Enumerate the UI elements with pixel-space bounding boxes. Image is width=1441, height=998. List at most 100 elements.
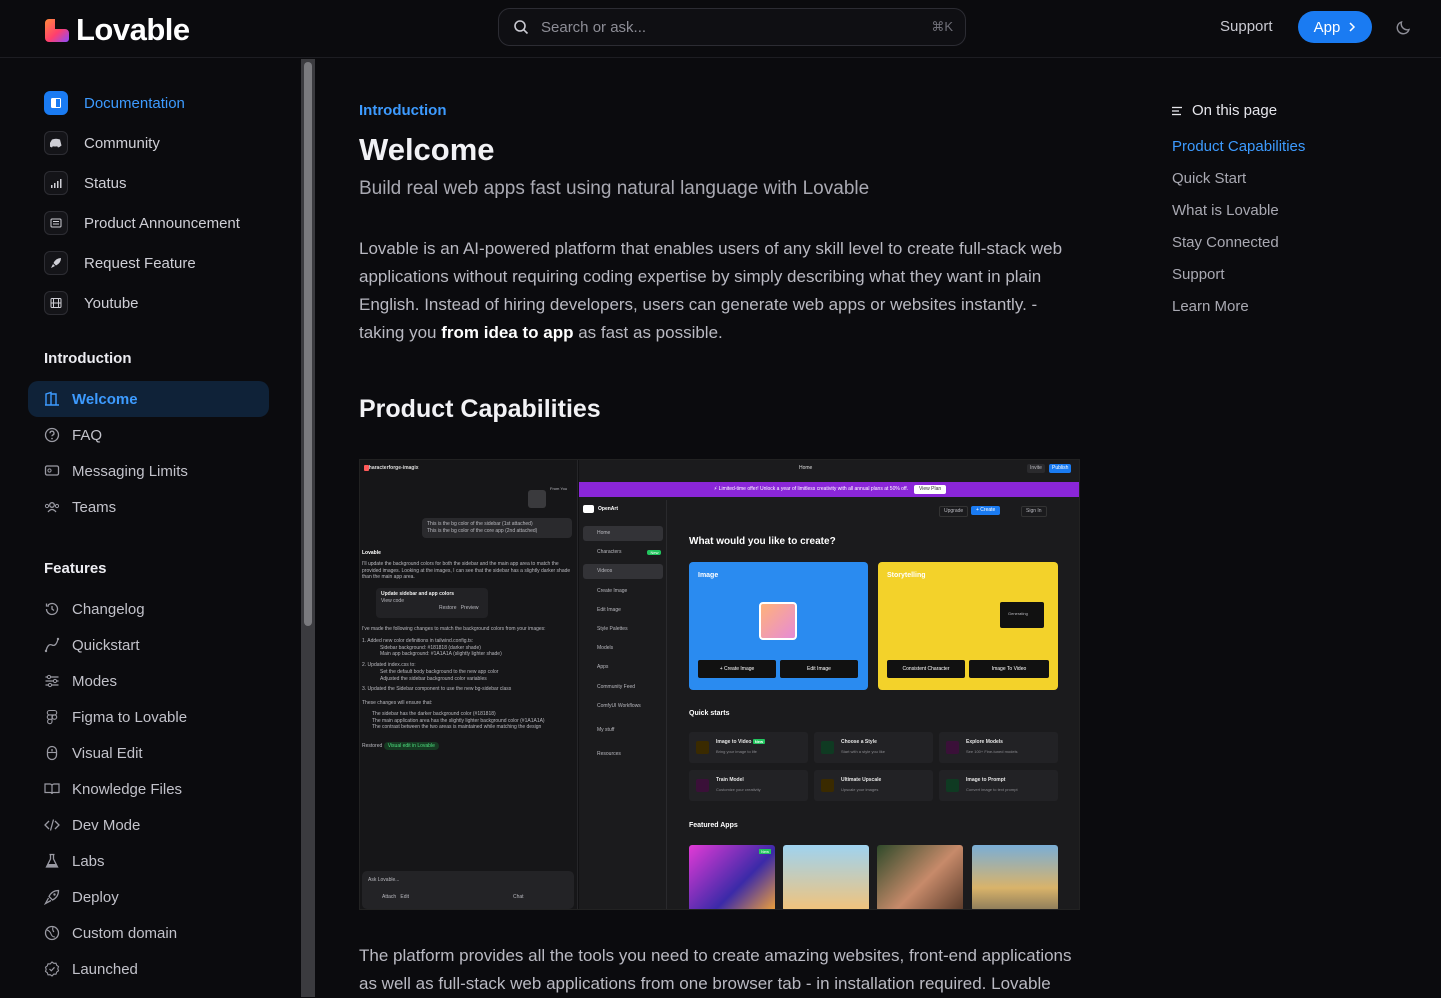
sidebar-item-welcome[interactable]: Welcome bbox=[28, 381, 269, 417]
attach-button[interactable]: Attach bbox=[382, 894, 396, 900]
image-to-video-button[interactable]: Image To Video bbox=[969, 660, 1049, 678]
sidebar-item-faq[interactable]: FAQ bbox=[28, 417, 269, 453]
toc-item-learn-more[interactable]: Learn More bbox=[1172, 298, 1249, 315]
quick-start-item[interactable]: Image to Video New Bring your image to li… bbox=[689, 732, 808, 763]
quick-start-item[interactable]: Image to Prompt Convert image to text pro… bbox=[939, 770, 1058, 801]
upgrade-button[interactable]: Upgrade bbox=[939, 506, 969, 517]
featured-app-card[interactable]: New bbox=[689, 845, 775, 909]
sidebar-item-teams[interactable]: Teams bbox=[28, 489, 269, 525]
new-badge: New bbox=[758, 849, 771, 855]
create-button[interactable]: + Create bbox=[971, 506, 1001, 515]
edit-button[interactable]: Edit bbox=[400, 894, 409, 900]
app-button[interactable]: App bbox=[1298, 11, 1372, 43]
openart-nav-apps[interactable]: Apps bbox=[583, 660, 663, 675]
chat-button[interactable]: Chat bbox=[513, 894, 524, 900]
featured-app-card[interactable] bbox=[877, 845, 963, 909]
restore-button[interactable]: Restore bbox=[439, 605, 457, 611]
spline-icon bbox=[44, 637, 60, 653]
view-plan-button[interactable]: View Plan bbox=[914, 485, 947, 494]
rocket-icon bbox=[44, 251, 68, 275]
page-subtitle: Build real web apps fast using natural l… bbox=[359, 178, 870, 199]
sidebar-item-figma-to-lovable[interactable]: Figma to Lovable bbox=[28, 699, 269, 735]
ensure-intro: These changes will ensure that: bbox=[362, 700, 433, 706]
door-icon bbox=[45, 391, 59, 406]
openart-nav-models[interactable]: Models bbox=[583, 641, 663, 656]
storytelling-card[interactable]: Storytelling Generating Consistent Chara… bbox=[878, 562, 1058, 690]
sidebar: Documentation Community Status Product A… bbox=[0, 59, 301, 997]
edit-card[interactable]: Update sidebar and app colors View code … bbox=[376, 588, 488, 618]
ensure-item: The sidebar has the darker background co… bbox=[372, 710, 496, 717]
openart-nav-home[interactable]: Home bbox=[583, 526, 663, 541]
sidebar-item-quickstart[interactable]: Quickstart bbox=[28, 627, 269, 663]
quick-start-item[interactable]: Ultimate Upscale Upscale your images bbox=[814, 770, 933, 801]
sidebar-item-labs[interactable]: Labs bbox=[28, 843, 269, 879]
sidebar-item-label: Deploy bbox=[72, 888, 119, 906]
sidebar-scrollbar-thumb[interactable] bbox=[304, 62, 312, 626]
sidebar-item-launched[interactable]: Launched bbox=[28, 951, 269, 987]
sidebar-item-visual-edit[interactable]: Visual Edit bbox=[28, 735, 269, 771]
toc-item-support[interactable]: Support bbox=[1172, 266, 1225, 283]
sidebar-item-dev-mode[interactable]: Dev Mode bbox=[28, 807, 269, 843]
breadcrumb[interactable]: Introduction bbox=[359, 102, 446, 119]
quick-start-subtitle: See 100+ Fine-tuned models bbox=[966, 749, 1018, 754]
edit-image-button[interactable]: Edit Image bbox=[780, 660, 858, 678]
openart-main: Upgrade + Create Sign In What would you … bbox=[675, 500, 1075, 909]
preview-button[interactable]: Preview bbox=[461, 605, 479, 611]
lovable-logo[interactable]: Lovable bbox=[44, 12, 190, 48]
toc-item-quick-start[interactable]: Quick Start bbox=[1172, 170, 1246, 187]
promo-text: ⚡ Limited-time offer! Unlock a year of l… bbox=[713, 486, 909, 493]
sidebar-item-custom-domain[interactable]: Custom domain bbox=[28, 915, 269, 951]
prompt-icon bbox=[946, 779, 959, 792]
toc-item-stay-connected[interactable]: Stay Connected bbox=[1172, 234, 1279, 251]
view-code-link[interactable]: View code bbox=[381, 598, 483, 605]
publish-button[interactable]: Publish bbox=[1049, 464, 1072, 473]
sidebar-item-messaging-limits[interactable]: Messaging Limits bbox=[28, 453, 269, 489]
quick-start-subtitle: Convert image to text prompt bbox=[966, 787, 1018, 792]
sidebar-item-knowledge-files[interactable]: Knowledge Files bbox=[28, 771, 269, 807]
ask-input[interactable]: Ask Lovable... Attach Edit Chat bbox=[362, 871, 574, 909]
search-bar[interactable]: Search or ask... ⌘K bbox=[498, 8, 966, 46]
openart-nav-community-feed[interactable]: Community Feed bbox=[583, 680, 663, 695]
consistent-character-button[interactable]: Consistent Character bbox=[887, 660, 965, 678]
train-icon bbox=[696, 779, 709, 792]
openart-nav-edit-image[interactable]: Edit Image bbox=[583, 603, 663, 618]
featured-app-card[interactable] bbox=[972, 845, 1058, 909]
sidebar-item-changelog[interactable]: Changelog bbox=[28, 591, 269, 627]
image-card-illustration bbox=[759, 602, 797, 640]
openart-nav-characters[interactable]: Characters New bbox=[583, 545, 663, 560]
sidebar-item-modes[interactable]: Modes bbox=[28, 663, 269, 699]
sidebar-link-request-feature[interactable]: Request Feature bbox=[44, 250, 196, 276]
sidebar-link-youtube[interactable]: Youtube bbox=[44, 290, 139, 316]
quick-start-title: Image to Prompt bbox=[966, 777, 1006, 783]
sidebar-link-status[interactable]: Status bbox=[44, 170, 127, 196]
sidebar-item-deploy[interactable]: Deploy bbox=[28, 879, 269, 915]
toc-item-what-is-lovable[interactable]: What is Lovable bbox=[1172, 202, 1279, 219]
image-card[interactable]: Image + Create Image Edit Image bbox=[689, 562, 868, 690]
quick-start-item[interactable]: Choose a Style Start with a style you lik… bbox=[814, 732, 933, 763]
quick-start-subtitle: Customize your creativity bbox=[716, 787, 761, 792]
create-image-button[interactable]: + Create Image bbox=[698, 660, 776, 678]
openart-nav-comfyui[interactable]: ComfyUI Workflows bbox=[583, 699, 663, 714]
openart-nav-resources[interactable]: Resources bbox=[583, 747, 663, 762]
sidebar-link-documentation[interactable]: Documentation bbox=[44, 90, 185, 116]
sign-in-button[interactable]: Sign In bbox=[1021, 506, 1047, 517]
logo-text: Lovable bbox=[76, 12, 190, 47]
openart-nav-my-stuff[interactable]: My stuff bbox=[583, 723, 663, 738]
openart-nav-style-palettes[interactable]: Style Palettes bbox=[583, 622, 663, 637]
openart-nav-create-image[interactable]: Create Image bbox=[583, 584, 663, 599]
invite-button[interactable]: Invite bbox=[1027, 464, 1045, 473]
preview-tab-home[interactable]: Home bbox=[799, 465, 812, 472]
quick-start-item[interactable]: Train Model Customize your creativity bbox=[689, 770, 808, 801]
sidebar-item-label: Labs bbox=[72, 852, 105, 870]
support-link[interactable]: Support bbox=[1220, 18, 1273, 35]
openart-nav-videos[interactable]: Videos bbox=[583, 564, 663, 579]
toc-item-product-capabilities[interactable]: Product Capabilities bbox=[1172, 138, 1305, 155]
featured-app-card[interactable] bbox=[783, 845, 869, 909]
user-message: This is the bg color of the sidebar (1st… bbox=[422, 518, 572, 538]
sidebar-link-community[interactable]: Community bbox=[44, 130, 160, 156]
sidebar-link-product-announcement[interactable]: Product Announcement bbox=[44, 210, 240, 236]
moon-icon[interactable] bbox=[1395, 18, 1413, 36]
search-input[interactable]: Search or ask... bbox=[541, 19, 931, 36]
quick-start-subtitle: Bring your image to life bbox=[716, 749, 757, 754]
quick-start-item[interactable]: Explore Models See 100+ Fine-tuned models bbox=[939, 732, 1058, 763]
